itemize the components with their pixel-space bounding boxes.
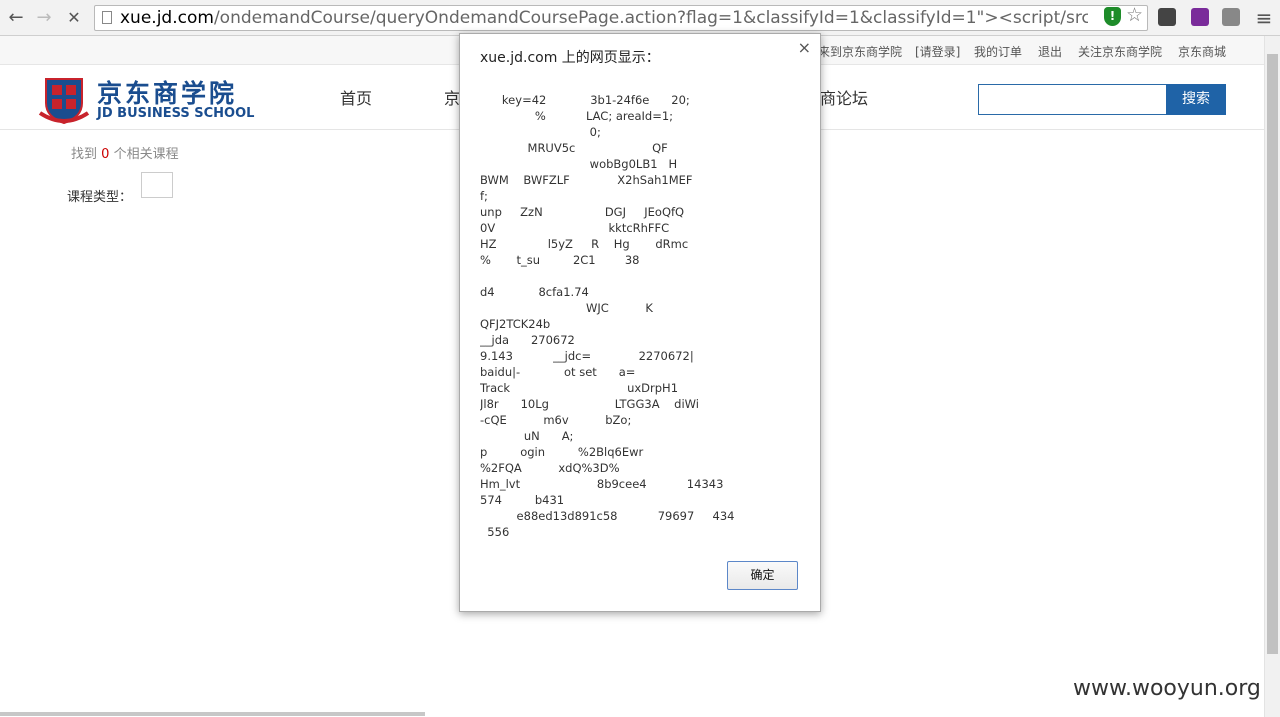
forward-icon[interactable]: →: [32, 6, 56, 30]
dialog-message-line: unp ZzN DGJ JEoQfQ: [480, 205, 685, 219]
logo-chinese-title: 京东商学院: [97, 79, 238, 108]
dialog-message-line: BWM BWFZLF X2hSah1MEF: [480, 173, 711, 187]
browser-toolbar: ← → ✕ xue.jd.com/ondemandCourse/queryOnd…: [0, 0, 1280, 36]
close-icon[interactable]: ×: [798, 38, 811, 57]
dialog-message-line: WJC K: [480, 301, 653, 315]
logo-english-title: JD BUSINESS SCHOOL: [97, 106, 255, 121]
onenote-icon[interactable]: [1191, 8, 1209, 26]
extension-icon[interactable]: [1222, 8, 1240, 26]
dialog-message-line: p ogin %2Blq6Ewr: [480, 445, 644, 459]
address-bar[interactable]: xue.jd.com/ondemandCourse/queryOndemandC…: [94, 5, 1148, 31]
found-prefix: 找到: [71, 147, 98, 162]
dialog-message-line: % LAC; areaId=1;: [480, 109, 674, 123]
orders-link[interactable]: 我的订单: [974, 43, 1022, 60]
found-suffix: 个相关课程: [113, 147, 179, 162]
pocket-icon[interactable]: [1158, 8, 1176, 26]
bookmark-star-icon[interactable]: ☆: [1126, 4, 1143, 26]
dialog-message-line: 574 b431: [480, 493, 565, 507]
watermark: www.wooyun.org: [1073, 676, 1261, 701]
url-host: xue.jd.com: [120, 8, 214, 28]
security-shield-icon[interactable]: !: [1104, 7, 1121, 26]
login-link[interactable]: [请登录]: [915, 43, 960, 60]
stop-icon[interactable]: ✕: [62, 6, 86, 30]
dialog-message-line: e88ed13d891c58 79697 434: [480, 509, 735, 523]
course-type-select[interactable]: [141, 172, 173, 198]
dialog-message-line: 556: [480, 525, 510, 539]
jd-mall-link[interactable]: 京东商城: [1178, 43, 1226, 60]
found-count: 0: [101, 147, 110, 162]
dialog-message-line: f;: [480, 189, 488, 203]
dialog-message-line: 9.143 __jdc= 2270672|: [480, 349, 694, 363]
dialog-message-line: baidu|- ot set a=: [480, 365, 636, 379]
dialog-title: xue.jd.com 上的网页显示：: [480, 50, 660, 66]
logout-link[interactable]: 退出: [1038, 43, 1062, 60]
back-icon[interactable]: ←: [4, 6, 28, 30]
dialog-message-line: key=42 3b1-24f6e 20;: [480, 93, 690, 107]
dialog-message-line: HZ l5yZ R Hg dRmc: [480, 237, 689, 251]
dialog-message-line: Hm_lvt 8b9cee4 14343: [480, 477, 724, 491]
search-button[interactable]: 搜索: [1166, 84, 1226, 115]
nav-item-2[interactable]: 京: [444, 85, 460, 109]
welcome-text: 来到京东商学院: [818, 45, 903, 59]
scroll-thumb[interactable]: [1267, 54, 1278, 654]
jd-school-logo[interactable]: [38, 73, 90, 125]
dialog-message-line: MRUV5c QF: [480, 141, 668, 155]
dialog-message-line: d4 8cfa1.74: [480, 285, 589, 299]
dialog-message-line: 0V kktcRhFFC: [480, 221, 670, 235]
menu-icon[interactable]: ≡: [1252, 6, 1276, 30]
result-count: 找到 0 个相关课程: [71, 143, 179, 162]
dialog-message-line: Jl8r 10Lg LTGG3A diWi: [480, 397, 699, 411]
course-type-label: 课程类型：: [67, 190, 133, 205]
dialog-message-line: __jda 270672: [480, 333, 575, 347]
dialog-message-line: % t_su 2C1 38: [480, 253, 640, 267]
dialog-message-line: QFJ2TCK24b: [480, 317, 551, 331]
search-input[interactable]: [978, 84, 1168, 115]
ok-button[interactable]: 确定: [727, 561, 798, 590]
dialog-message-line: [480, 268, 802, 284]
nav-forum[interactable]: 商论坛: [820, 85, 868, 109]
vertical-scrollbar[interactable]: [1264, 36, 1280, 717]
dialog-message-line: wobBg0LB1 H: [480, 157, 678, 171]
horizontal-scrollbar[interactable]: [0, 712, 425, 716]
nav-home[interactable]: 首页: [340, 85, 372, 109]
follow-link[interactable]: 关注京东商学院: [1078, 43, 1162, 60]
dialog-message-line: uN A;: [480, 429, 574, 443]
dialog-message: key=42 3b1-24f6e 20; % LAC; areaId=1; 0;…: [480, 92, 802, 540]
alert-dialog: xue.jd.com 上的网页显示： × key=42 3b1-24f6e 20…: [459, 33, 821, 612]
dialog-message-line: 0;: [480, 125, 601, 139]
url-text[interactable]: xue.jd.com/ondemandCourse/queryOndemandC…: [120, 8, 1088, 28]
url-path: /ondemandCourse/queryOndemandCoursePage.…: [213, 8, 1088, 28]
page-icon: [102, 11, 112, 24]
dialog-message-line: %2FQA xdQ%3D%: [480, 461, 620, 475]
dialog-message-line: Track uxDrpH1: [480, 381, 679, 395]
dialog-message-line: -cQE m6v bZo;: [480, 413, 632, 427]
